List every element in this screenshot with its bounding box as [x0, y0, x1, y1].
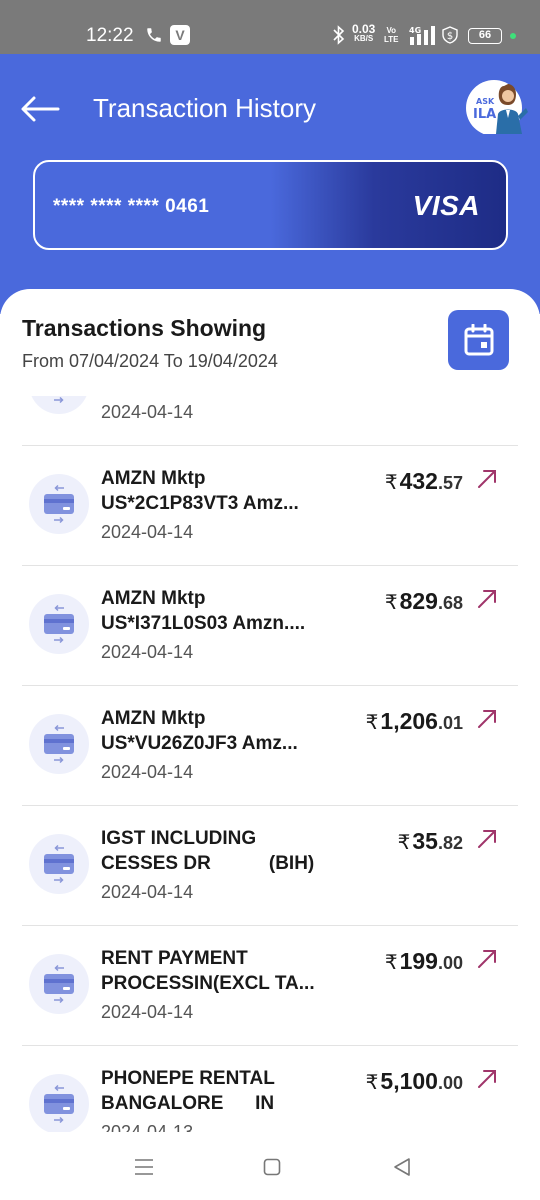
calendar-button[interactable]	[448, 310, 509, 370]
system-nav-bar	[0, 1136, 540, 1200]
transaction-amount: ₹1,206.01	[365, 708, 463, 734]
transaction-title: AMZN Mktp US*I371L0S03 Amzn....	[101, 588, 306, 634]
card-transfer-icon	[29, 714, 89, 774]
transaction-list[interactable]: 2024-04-14 AMZN Mktp US*2C1P83VT3 Amz...…	[0, 396, 540, 1132]
transaction-date: 2024-04-14	[101, 1002, 194, 1022]
arrow-up-right-icon	[478, 950, 496, 968]
transaction-amount: ₹35.82	[397, 828, 463, 854]
app-notification-icon: V	[170, 25, 190, 45]
card-number: **** **** **** 0461	[53, 196, 210, 217]
transaction-date: 2024-04-14	[101, 762, 194, 782]
transactions-sheet: Transactions Showing From 07/04/2024 To …	[0, 289, 540, 1200]
card-transfer-icon	[29, 594, 89, 654]
card-transfer-icon	[29, 954, 89, 1014]
transaction-row[interactable]: PHONEPE RENTAL BANGALORE IN 2024-04-13 ₹…	[22, 1046, 518, 1132]
svg-text:ILA: ILA	[473, 107, 496, 122]
recent-apps-icon[interactable]	[133, 1156, 155, 1178]
nav-back-icon[interactable]	[392, 1157, 412, 1177]
ask-ila-assistant-icon[interactable]: ASK ILA	[464, 72, 530, 134]
back-arrow-icon[interactable]	[18, 94, 62, 124]
transaction-amount: ₹199.00	[384, 948, 463, 974]
arrow-up-right-icon	[478, 830, 496, 848]
transaction-row[interactable]: RENT PAYMENT PROCESSIN(EXCL TA... 2024-0…	[22, 926, 518, 1046]
transaction-title: AMZN Mktp US*2C1P83VT3 Amz...	[101, 468, 299, 514]
phone-call-icon	[147, 28, 161, 42]
svg-text:ASK: ASK	[476, 97, 495, 106]
card-transfer-icon	[29, 474, 89, 534]
transaction-date: 2024-04-13	[101, 1122, 194, 1132]
dollar-shield-icon: $	[442, 26, 458, 44]
charging-dot	[510, 33, 516, 39]
transaction-title: RENT PAYMENT PROCESSIN(EXCL TA...	[101, 948, 315, 994]
section-title: Transactions Showing	[22, 315, 267, 341]
card-transfer-icon	[29, 396, 89, 414]
header: Transaction History ASK ILA **** **** **…	[0, 54, 540, 314]
status-bar: 12:22 V 0.03 KB/S Vo LTE 4G $ 66	[0, 0, 540, 54]
transaction-row[interactable]: AMZN Mktp US*VU26Z0JF3 Amz... 2024-04-14…	[22, 686, 518, 806]
transaction-date: 2024-04-14	[101, 522, 194, 542]
arrow-up-right-icon	[478, 590, 496, 608]
arrow-up-right-icon	[478, 470, 496, 488]
date-range: From 07/04/2024 To 19/04/2024	[22, 351, 278, 371]
card-transfer-icon	[29, 834, 89, 894]
transaction-row[interactable]: AMZN Mktp US*2C1P83VT3 Amz... 2024-04-14…	[22, 446, 518, 566]
transaction-row[interactable]: IGST INCLUDING CESSES DR (BIH) 2024-04-1…	[22, 806, 518, 926]
transaction-date: 2024-04-14	[101, 642, 194, 662]
svg-text:$: $	[447, 31, 453, 42]
page-title: Transaction History	[93, 93, 316, 123]
transaction-row[interactable]: 2024-04-14	[22, 396, 518, 446]
arrow-up-right-icon	[478, 1070, 496, 1088]
battery-icon: 66	[468, 28, 502, 44]
transaction-date: 2024-04-14	[101, 882, 194, 902]
transaction-amount: ₹432.57	[384, 468, 463, 494]
visa-logo: VISA	[412, 190, 480, 221]
transaction-row[interactable]: AMZN Mktp US*I371L0S03 Amzn.... 2024-04-…	[22, 566, 518, 686]
transaction-amount: ₹829.68	[384, 588, 463, 614]
transaction-amount: ₹5,100.00	[365, 1068, 463, 1094]
bluetooth-icon	[333, 25, 345, 45]
home-icon[interactable]	[263, 1158, 281, 1176]
svg-text:4G: 4G	[409, 26, 421, 35]
bank-card[interactable]: **** **** **** 0461 VISA	[33, 160, 508, 250]
signal-strength-icon: 4G	[409, 26, 435, 45]
calendar-icon	[464, 324, 494, 356]
transaction-title: AMZN Mktp US*VU26Z0JF3 Amz...	[101, 708, 298, 754]
transaction-title: PHONEPE RENTAL BANGALORE IN	[101, 1068, 275, 1114]
arrow-up-right-icon	[478, 710, 496, 728]
card-transfer-icon	[29, 1074, 89, 1132]
network-speed: 0.03 KB/S	[352, 22, 376, 43]
status-time: 12:22	[86, 25, 134, 46]
transaction-date: 2024-04-14	[101, 402, 194, 422]
transaction-title: IGST INCLUDING CESSES DR (BIH)	[101, 828, 315, 874]
volte-indicator: Vo LTE	[384, 26, 399, 44]
